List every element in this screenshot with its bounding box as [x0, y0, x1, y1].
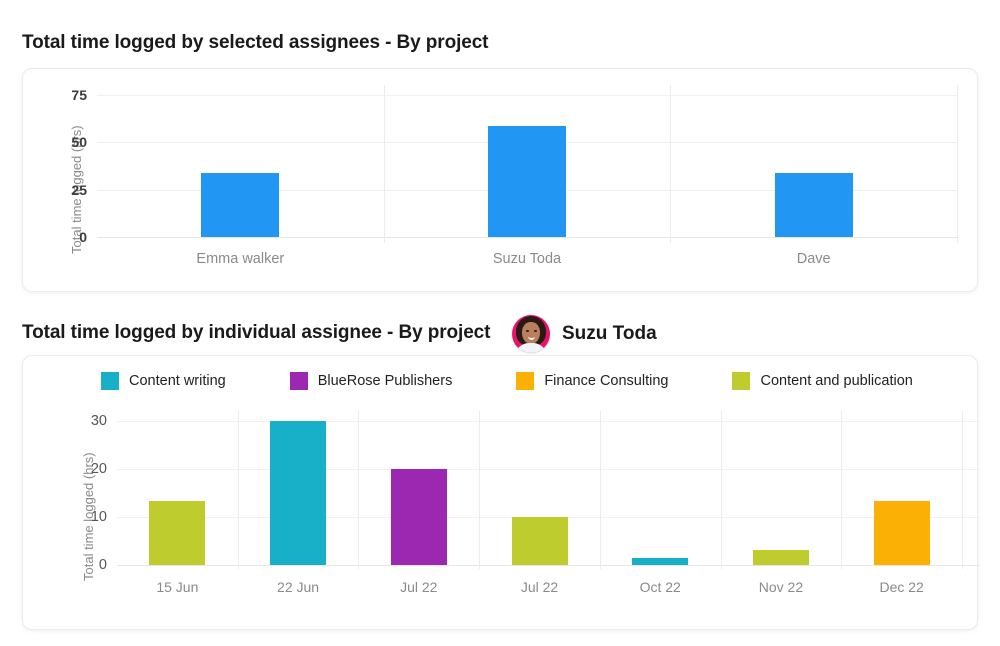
bar[interactable]: [511, 517, 568, 565]
axis-separator: [600, 411, 601, 569]
x-axis-tick-label: Emma walker: [196, 251, 285, 267]
bar[interactable]: [201, 172, 280, 237]
avatar: [512, 315, 550, 353]
y-axis-tick-label: 25: [71, 181, 87, 198]
legend-swatch-icon: [732, 372, 751, 390]
y-axis-tick-label: 30: [90, 413, 107, 429]
chart-legend: Content writing BlueRose Publishers Financ…: [101, 372, 913, 390]
bar[interactable]: [752, 549, 809, 565]
avatar-face: [522, 322, 540, 344]
dashboard-page: Total time logged by selected assignees …: [0, 0, 1000, 646]
chart-card-selected-assignees: Total time logged (hrs) 0 25 50 75 Emma walk…: [22, 68, 978, 292]
axis-separator: [384, 85, 385, 243]
legend-item[interactable]: BlueRose Publishers: [289, 372, 453, 390]
x-axis-tick-label: Oct 22: [639, 579, 681, 595]
avatar-eye-left: [526, 330, 529, 332]
y-axis-tick-label: 0: [79, 229, 87, 245]
y-axis-tick-label: 20: [90, 461, 107, 477]
selected-assignee-chip[interactable]: Suzu Toda: [512, 315, 657, 353]
y-axis-tick-label: 10: [90, 509, 107, 525]
legend-label: Content and publication: [760, 373, 913, 389]
x-axis-tick-label: 15 Jun: [156, 579, 199, 595]
bar[interactable]: [632, 557, 689, 565]
x-axis-tick-label: Jul 22: [520, 579, 559, 595]
legend-item[interactable]: Content writing: [101, 372, 226, 390]
avatar-shoulders: [515, 343, 547, 353]
legend-swatch-icon: [289, 372, 308, 390]
bar[interactable]: [390, 469, 447, 565]
gridline: [117, 421, 980, 422]
page-title-chart-2: Total time logged by individual assignee…: [22, 322, 491, 343]
assignee-name-label: Suzu Toda: [562, 323, 657, 344]
legend-item[interactable]: Content and publication: [732, 372, 913, 390]
bar[interactable]: [873, 501, 930, 565]
legend-label: BlueRose Publishers: [317, 373, 453, 389]
axis-separator: [238, 411, 239, 569]
axis-baseline: [97, 237, 957, 238]
legend-item[interactable]: Finance Consulting: [516, 372, 668, 390]
page-title-chart-1: Total time logged by selected assignees …: [22, 32, 489, 53]
bar[interactable]: [149, 501, 206, 565]
x-axis-tick-label: 22 Jun: [277, 579, 320, 595]
y-axis-tick-label: 50: [71, 134, 87, 151]
axis-separator: [721, 411, 722, 569]
legend-swatch-icon: [101, 372, 119, 390]
chart-card-individual-assignee: Content writing BlueRose Publishers Financ…: [22, 355, 980, 630]
bar[interactable]: [774, 172, 853, 237]
bar[interactable]: [270, 421, 327, 565]
legend-label: Finance Consulting: [544, 373, 669, 389]
y-axis-tick-label: 75: [71, 87, 87, 103]
axis-separator: [841, 411, 842, 569]
gridline: [97, 95, 957, 96]
x-axis-tick-label: Dec 22: [879, 579, 924, 595]
axis-separator: [358, 411, 359, 569]
x-axis-tick-label: Suzu Toda: [492, 251, 562, 267]
x-axis-tick-label: Jul 22: [400, 579, 438, 595]
axis-separator: [957, 85, 958, 243]
axis-separator: [962, 411, 963, 569]
plot-area-chart-2: 0 10 20 30 15 Jun 22 Jun Jul 22 Jul 22 Oct 22 Nov…: [91, 411, 980, 595]
x-axis-tick-label: Nov 22: [758, 579, 804, 595]
plot-area-chart-1: 0 25 50 75 Emma walker Suzu Toda Dave: [71, 85, 958, 267]
bar[interactable]: [488, 126, 566, 237]
y-axis-tick-label: 0: [98, 557, 107, 573]
gridline: [117, 469, 980, 470]
x-axis-tick-label: Dave: [796, 251, 831, 267]
axis-separator: [670, 85, 671, 243]
axis-baseline: [117, 565, 980, 566]
legend-label: Content writing: [129, 373, 226, 389]
legend-swatch-icon: [516, 372, 535, 390]
axis-separator: [479, 411, 480, 569]
avatar-eye-right: [534, 330, 537, 332]
